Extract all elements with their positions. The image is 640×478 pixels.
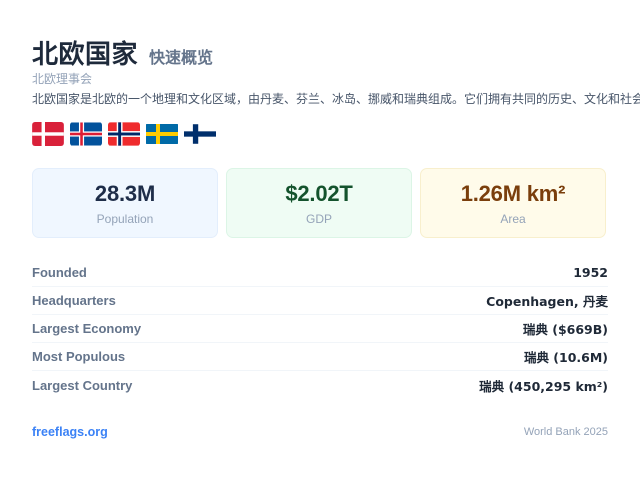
organization-name: 北欧理事会 bbox=[32, 72, 93, 86]
fact-row-headquarters: Headquarters Copenhagen, 丹麦 bbox=[32, 287, 608, 315]
fact-key: Largest Country bbox=[32, 377, 133, 393]
stat-card-gdp: $2.02T GDP bbox=[226, 168, 412, 238]
stats-row: 28.3M Population $2.02T GDP 1.26M km² Ar… bbox=[32, 168, 608, 238]
data-source: World Bank 2025 bbox=[523, 426, 608, 438]
norway-flag-icon[interactable] bbox=[108, 122, 140, 146]
sweden-flag-icon[interactable] bbox=[146, 122, 178, 146]
fact-value: 1952 bbox=[573, 265, 608, 280]
stat-label: GDP bbox=[305, 211, 332, 226]
page-title: 北欧国家 bbox=[32, 40, 139, 70]
fact-key: Most Populous bbox=[32, 349, 126, 364]
fact-key: Founded bbox=[32, 265, 87, 280]
source-link[interactable]: freeflags.org bbox=[32, 425, 108, 439]
denmark-flag-icon[interactable] bbox=[32, 122, 64, 146]
fact-row-founded: Founded 1952 bbox=[32, 259, 608, 287]
fact-value: 瑞典 ($669B) bbox=[522, 322, 608, 337]
header: 北欧国家 快速概览 bbox=[32, 34, 608, 70]
page-subtitle: 快速概览 bbox=[149, 48, 214, 67]
fact-key: Largest Economy bbox=[32, 321, 142, 336]
fact-value: 瑞典 (10.6M) bbox=[523, 350, 608, 365]
fact-row-largest-country: Largest Country 瑞典 (450,295 km²) bbox=[32, 371, 608, 399]
description: 北欧国家是北欧的一个地理和文化区域，由丹麦、芬兰、冰岛、挪威和瑞典组成。它们拥有… bbox=[32, 92, 640, 106]
footer: freeflags.org World Bank 2025 bbox=[32, 425, 608, 439]
fact-row-most-populous: Most Populous 瑞典 (10.6M) bbox=[32, 343, 608, 371]
country-group-card: 北欧国家 快速概览 北欧理事会 北欧国家是北欧的一个地理和文化区域，由丹麦、芬兰… bbox=[32, 34, 640, 439]
finland-flag-icon[interactable] bbox=[184, 122, 216, 146]
fact-row-largest-economy: Largest Economy 瑞典 ($669B) bbox=[32, 315, 608, 343]
fact-value: Copenhagen, 丹麦 bbox=[486, 294, 608, 309]
facts-table: Founded 1952 Headquarters Copenhagen, 丹麦… bbox=[32, 259, 608, 399]
stat-value: 28.3M bbox=[94, 180, 156, 206]
stat-value: 1.26M km² bbox=[460, 180, 566, 206]
fact-value: 瑞典 (450,295 km²) bbox=[479, 378, 608, 394]
stat-value: $2.02T bbox=[285, 180, 353, 206]
flag-list bbox=[32, 122, 608, 148]
stat-card-population: 28.3M Population bbox=[32, 168, 218, 238]
fact-key: Headquarters bbox=[32, 293, 116, 308]
stat-label: Population bbox=[96, 211, 154, 226]
iceland-flag-icon[interactable] bbox=[70, 122, 102, 146]
stat-card-area: 1.26M km² Area bbox=[420, 168, 606, 238]
stat-label: Area bbox=[500, 211, 526, 226]
